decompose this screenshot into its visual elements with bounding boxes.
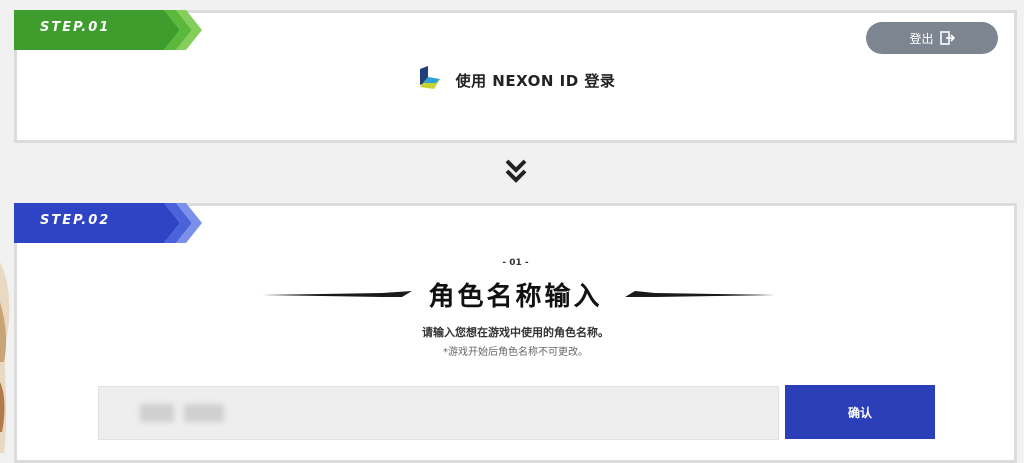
double-chevron-down-icon: [503, 157, 529, 187]
instruction-text: 请输入您想在游戏中使用的角色名称。: [422, 326, 609, 339]
nexon-logo-icon: [416, 65, 442, 95]
logout-icon: [939, 31, 955, 45]
step1-ribbon: STEP.01: [14, 10, 204, 50]
title-row: 角色名称输入: [17, 274, 1014, 314]
logout-label: 登出: [909, 31, 934, 46]
logout-button[interactable]: 登出: [866, 22, 998, 54]
character-name-input[interactable]: [98, 386, 779, 440]
step2-panel: STEP.02 - 01 - 角色名称输入 请输入您想在游戏中使用的角色名称。 …: [14, 203, 1017, 463]
step1-panel: STEP.01 登出 使用 NEXON ID 登录: [14, 10, 1017, 143]
step1-label: STEP.01: [40, 20, 111, 35]
sub-step-number: - 01 -: [502, 258, 529, 268]
nexon-login-link[interactable]: 使用 NEXON ID 登录: [17, 65, 1014, 95]
step2-label: STEP.02: [40, 213, 111, 228]
brush-stroke-right: [625, 288, 775, 307]
confirm-button[interactable]: 确认: [785, 385, 935, 439]
character-art-edge: [0, 262, 14, 453]
page-title: 角色名称输入: [428, 282, 603, 312]
warning-note: *游戏开始后角色名称不可更改。: [443, 347, 588, 358]
step2-ribbon: STEP.02: [14, 203, 204, 243]
nexon-login-text: 使用 NEXON ID 登录: [455, 71, 616, 90]
